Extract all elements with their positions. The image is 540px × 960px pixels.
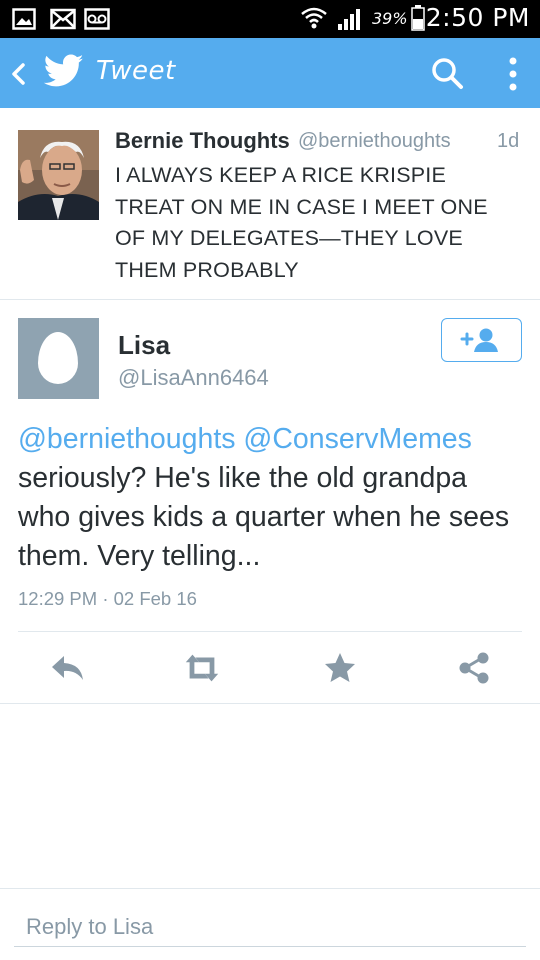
clock: 2:50 PM [425, 3, 530, 32]
battery-percent: 39% [372, 9, 408, 28]
author-handle[interactable]: @LisaAnn6464 [118, 365, 269, 391]
gallery-notification-icon [12, 8, 36, 30]
follow-button[interactable] [441, 318, 522, 362]
tweet-text: @berniethoughts @ConservMemes seriously?… [18, 420, 523, 576]
chevron-left-icon[interactable] [10, 62, 26, 86]
share-icon[interactable] [454, 650, 494, 686]
twitter-bird-icon[interactable] [44, 54, 84, 88]
tweet-age: 1d [497, 130, 520, 152]
author-name[interactable]: Lisa [118, 330, 170, 361]
avatar[interactable] [18, 318, 99, 399]
author-handle[interactable]: @berniethoughts [298, 130, 451, 153]
tweet-actions [0, 632, 540, 704]
profile-photo [18, 130, 99, 220]
author-name[interactable]: Bernie Thoughts [115, 128, 290, 154]
reply-icon[interactable] [48, 650, 88, 686]
signal-strength-icon [338, 9, 360, 30]
app-bar: Tweet [0, 38, 540, 108]
retweet-icon[interactable] [182, 650, 222, 686]
mention-link[interactable]: @berniethoughts [18, 423, 236, 455]
avatar[interactable] [18, 130, 99, 220]
tweet-text: I ALWAYS KEEP A RICE KRISPIE TREAT ON ME… [115, 163, 488, 282]
mail-notification-icon [50, 8, 76, 30]
tweet-body: seriously? He's like the old grandpa who… [18, 462, 510, 572]
search-icon[interactable] [430, 56, 464, 90]
wifi-icon [301, 7, 327, 29]
status-bar: 39% 2:50 PM [0, 0, 540, 38]
tweet-timestamp: 12:29 PM · 02 Feb 16 [18, 588, 197, 609]
add-user-icon [460, 328, 498, 352]
battery-icon [411, 5, 425, 31]
default-egg-icon [38, 332, 78, 384]
page-title: Tweet [96, 56, 176, 86]
more-vertical-icon[interactable] [506, 56, 520, 92]
parent-tweet[interactable]: Bernie Thoughts @berniethoughts 1d I ALW… [0, 108, 540, 300]
voicemail-notification-icon [84, 8, 110, 30]
favorite-icon[interactable] [320, 650, 360, 686]
mention-link[interactable]: @ConservMemes [243, 423, 472, 455]
reply-input[interactable] [14, 907, 526, 947]
reply-compose-bar [0, 888, 540, 960]
